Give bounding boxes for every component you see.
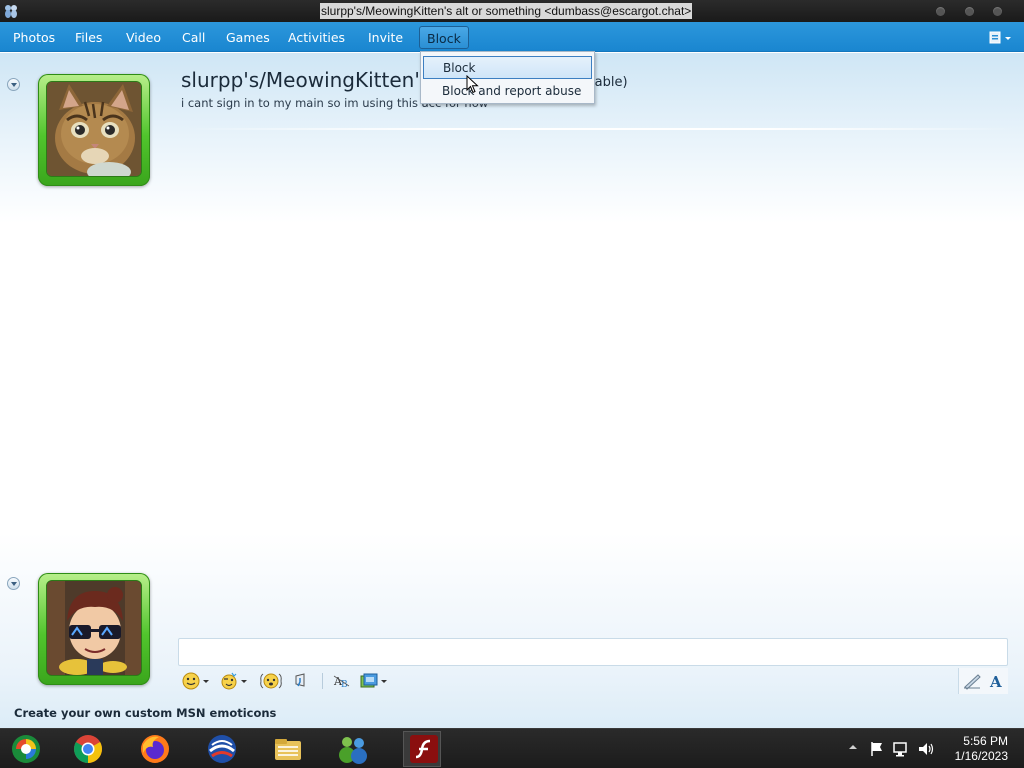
wink-icon	[221, 672, 237, 690]
nudge-icon	[260, 673, 282, 689]
font-icon: A B	[333, 675, 350, 690]
options-menu-icon[interactable]	[988, 30, 1014, 46]
menu-games[interactable]: Games	[219, 26, 277, 49]
show-hidden-icons-icon[interactable]	[848, 741, 858, 753]
messenger-app-icon[interactable]	[3, 3, 19, 19]
cartoon-picture	[46, 580, 142, 676]
contact-name: slurpp's/MeowingKitten's a	[181, 68, 449, 92]
font-button[interactable]: A B	[333, 671, 351, 691]
close-button[interactable]	[993, 7, 1002, 16]
clock-time: 5:56 PM	[963, 734, 1008, 748]
kitten-picture	[46, 81, 142, 177]
right-tools: A	[958, 668, 1008, 694]
menu-block[interactable]: Block	[419, 26, 469, 49]
action-center-flag-icon[interactable]	[869, 741, 885, 757]
msn-butterfly-icon[interactable]	[206, 733, 238, 765]
contact-expand-button[interactable]	[7, 78, 20, 91]
title-bar: slurpp's/MeowingKitten's alt or somethin…	[0, 0, 1024, 22]
emoticon-button[interactable]	[182, 671, 209, 691]
emoticon-icon	[182, 672, 200, 690]
self-expand-button[interactable]	[7, 577, 20, 590]
promo-link[interactable]: Create your own custom MSN emoticons	[14, 706, 276, 720]
minimize-button[interactable]	[936, 7, 945, 16]
menu-bar: Photos Files Video Call Games Activities…	[0, 22, 1024, 52]
block-dropdown-menu: Block Block and report abuse	[420, 51, 595, 104]
voice-clip-icon	[295, 673, 305, 687]
media-center-icon[interactable]	[10, 733, 42, 765]
handwriting-icon[interactable]	[963, 672, 981, 690]
menu-photos[interactable]: Photos	[6, 26, 62, 49]
conversation-area	[0, 53, 1024, 728]
header-divider	[180, 128, 1020, 130]
menu-call[interactable]: Call	[175, 26, 212, 49]
taskbar: 5:56 PM 1/16/2023	[0, 728, 1024, 768]
windows-live-messenger-icon[interactable]	[337, 733, 369, 765]
maximize-button[interactable]	[965, 7, 974, 16]
voice-clip-button[interactable]	[293, 671, 311, 691]
contact-status: lable)	[591, 75, 628, 90]
block-and-report-menu-item[interactable]: Block and report abuse	[423, 80, 592, 103]
menu-files[interactable]: Files	[68, 26, 109, 49]
file-explorer-icon[interactable]	[272, 733, 304, 765]
nudge-button[interactable]	[259, 671, 283, 691]
mouse-pointer-icon	[466, 75, 479, 94]
block-menu-item[interactable]: Block	[423, 56, 592, 79]
svg-text:A: A	[989, 673, 1002, 690]
system-clock[interactable]: 5:56 PM 1/16/2023	[955, 734, 1008, 764]
window-title: slurpp's/MeowingKitten's alt or somethin…	[320, 3, 693, 19]
menu-activities[interactable]: Activities	[281, 26, 352, 49]
menu-invite[interactable]: Invite	[361, 26, 410, 49]
chrome-icon[interactable]	[72, 733, 104, 765]
background-button[interactable]	[360, 671, 387, 691]
volume-icon[interactable]	[917, 741, 935, 757]
self-avatar[interactable]	[38, 573, 150, 685]
compose-toolbar: A B	[178, 668, 1008, 694]
firefox-icon[interactable]	[139, 733, 171, 765]
wink-button[interactable]	[220, 671, 247, 691]
menu-video[interactable]: Video	[119, 26, 168, 49]
flash-icon	[410, 735, 438, 763]
clock-date: 1/16/2023	[954, 749, 1008, 763]
background-icon	[360, 673, 378, 688]
text-format-icon[interactable]: A	[989, 672, 1005, 690]
message-input[interactable]	[178, 638, 1008, 666]
contact-avatar[interactable]	[38, 74, 150, 186]
network-icon[interactable]	[893, 741, 909, 757]
